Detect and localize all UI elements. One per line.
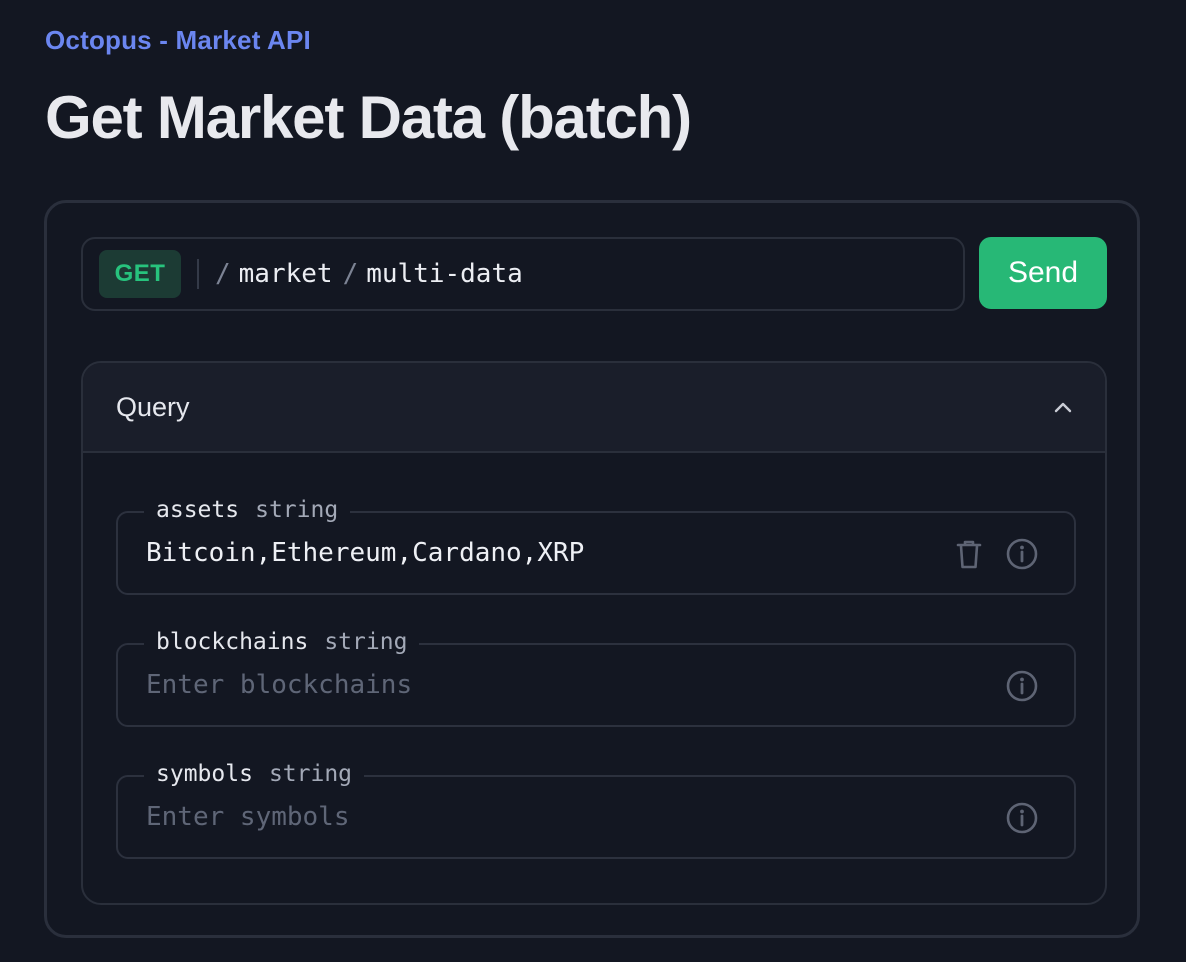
query-title: Query	[116, 391, 190, 422]
send-button[interactable]: Send	[979, 237, 1107, 309]
info-icon[interactable]	[1005, 801, 1039, 835]
path-segment-market: market	[238, 259, 333, 289]
param-type: string	[324, 629, 408, 655]
url-path: / market / multi-data	[215, 259, 533, 289]
chevron-up-icon[interactable]	[1051, 395, 1075, 419]
info-icon[interactable]	[1005, 537, 1039, 571]
breadcrumb[interactable]: Octopus - Market API	[45, 24, 311, 56]
page-title: Get Market Data (batch)	[45, 84, 692, 151]
param-type: string	[268, 761, 353, 787]
path-segment-multi-data: multi-data	[366, 259, 523, 289]
param-blockchains: blockchains string	[116, 627, 1076, 727]
request-card: GET / market / multi-data Send Query ass…	[44, 200, 1140, 938]
path-separator: /	[342, 259, 359, 289]
param-assets: assets string	[116, 495, 1076, 595]
param-legend: symbols string	[144, 759, 365, 789]
param-legend: blockchains string	[144, 627, 420, 657]
param-name: symbols	[156, 761, 253, 787]
method-badge[interactable]: GET	[99, 250, 181, 298]
query-header[interactable]: Query	[83, 363, 1105, 453]
blockchains-input[interactable]	[146, 663, 936, 707]
assets-input[interactable]	[146, 531, 936, 575]
symbols-input[interactable]	[146, 795, 936, 839]
param-name: assets	[156, 497, 240, 523]
url-bar[interactable]: GET / market / multi-data	[81, 237, 965, 311]
param-name: blockchains	[156, 629, 309, 655]
page: Octopus - Market API Get Market Data (ba…	[0, 0, 1186, 962]
query-panel: Query assets string Bitcoin,Ethereum,Car…	[81, 361, 1107, 905]
url-divider	[197, 259, 199, 289]
path-separator: /	[215, 259, 231, 289]
param-symbols: symbols string	[116, 759, 1076, 859]
trash-icon[interactable]	[952, 537, 986, 571]
param-type: string	[255, 497, 339, 523]
info-icon[interactable]	[1005, 669, 1039, 703]
param-legend: assets string	[144, 495, 351, 525]
